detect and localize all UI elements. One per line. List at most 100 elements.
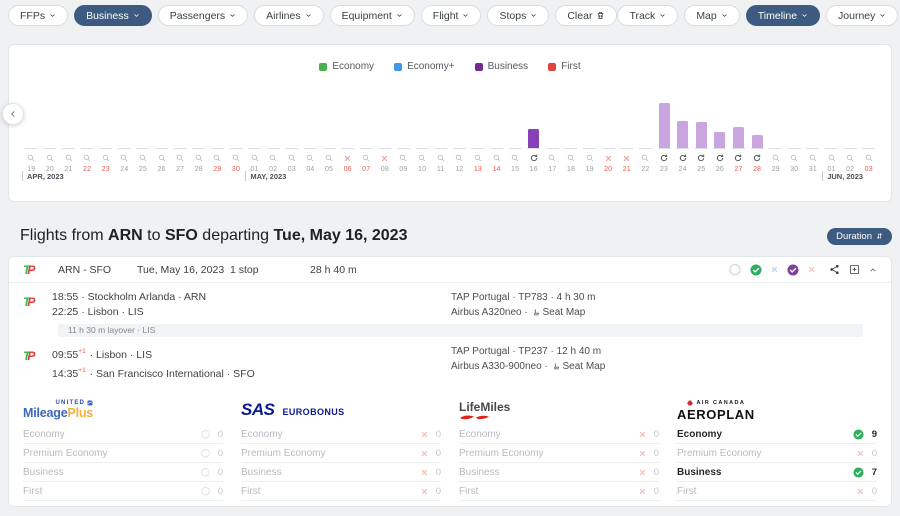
sort-duration-button[interactable]: Duration <box>827 228 892 245</box>
seat-map-link[interactable]: Seat Map <box>563 361 606 372</box>
eurobonus-wordmark: EUROBONUS <box>282 407 344 417</box>
seat-map-link[interactable]: Seat Map <box>543 307 586 318</box>
filter-pill-stops[interactable]: Stops <box>487 5 549 26</box>
view-pill-journey[interactable]: Journey <box>826 5 898 26</box>
day-tick <box>434 148 447 149</box>
day-tick <box>732 148 745 149</box>
search-day-icon[interactable] <box>586 153 594 163</box>
search-day-icon[interactable] <box>27 153 35 163</box>
search-day-icon[interactable] <box>790 153 798 163</box>
refresh-day-icon[interactable] <box>530 153 538 163</box>
unavailable-x-icon <box>857 450 864 457</box>
share-icon[interactable] <box>829 264 840 275</box>
search-day-icon[interactable] <box>511 153 519 163</box>
day-column-may-27: 27 <box>729 91 748 173</box>
collapse-icon[interactable] <box>869 266 877 274</box>
program-logo-lifemiles: LifeMiles <box>459 395 659 425</box>
segment-details: TAP Portugal · TP783 · 4 h 30 mAirbus A3… <box>451 290 596 320</box>
search-day-icon[interactable] <box>828 153 836 163</box>
lifemiles-wordmark: LifeMiles <box>459 400 510 414</box>
search-day-icon[interactable] <box>399 153 407 163</box>
search-day-icon[interactable] <box>176 153 184 163</box>
day-tick <box>453 148 466 149</box>
search-day-icon[interactable] <box>195 153 203 163</box>
filter-pill-airlines[interactable]: Airlines <box>254 5 323 26</box>
search-day-icon[interactable] <box>493 153 501 163</box>
filter-pill-clear[interactable]: Clear <box>555 5 617 26</box>
day-column-apr-29: 29 <box>208 91 227 173</box>
x-day-icon[interactable] <box>344 153 351 163</box>
filter-pill-flight[interactable]: Flight <box>421 5 482 26</box>
search-day-icon[interactable] <box>548 153 556 163</box>
add-icon[interactable] <box>849 264 860 275</box>
refresh-day-icon[interactable] <box>716 153 724 163</box>
aeroplan-logo: AIR CANADAAEROPLAN <box>677 399 755 422</box>
view-pill-map[interactable]: Map <box>684 5 739 26</box>
program-column-sas-eurobonus: SASEUROBONUSEconomy0Premium Economy0Busi… <box>241 395 441 507</box>
chevron-down-icon <box>801 12 808 19</box>
search-day-icon[interactable] <box>102 153 110 163</box>
segment-flight-info: TAP Portugal · TP783 · 4 h 30 m <box>451 290 596 305</box>
search-day-icon[interactable] <box>306 153 314 163</box>
search-day-icon[interactable] <box>772 153 780 163</box>
filter-pill-passengers[interactable]: Passengers <box>158 5 248 26</box>
search-day-icon[interactable] <box>437 153 445 163</box>
segment-departure-line: 18:55 · Stockholm Arlanda · ARN <box>52 290 451 305</box>
pill-label: Airlines <box>266 10 300 22</box>
availability-bar <box>733 127 744 148</box>
availability-count: 0 <box>652 486 659 497</box>
day-column-may-24: 24 <box>673 91 692 173</box>
search-day-icon[interactable] <box>455 153 463 163</box>
search-day-icon[interactable] <box>158 153 166 163</box>
view-pill-timeline[interactable]: Timeline <box>746 5 820 26</box>
search-day-icon[interactable] <box>288 153 296 163</box>
search-day-icon[interactable] <box>641 153 649 163</box>
search-day-icon[interactable] <box>362 153 370 163</box>
search-day-icon[interactable] <box>251 153 259 163</box>
search-day-icon[interactable] <box>269 153 277 163</box>
cabin-row-first: First0 <box>23 482 223 501</box>
search-day-icon[interactable] <box>809 153 817 163</box>
refresh-day-icon[interactable] <box>660 153 668 163</box>
day-column-apr-22: 22 <box>78 91 97 173</box>
flight-result-header[interactable]: TP ARN - SFO Tue, May 16, 2023 1 stop 28… <box>9 257 891 283</box>
x-day-icon[interactable] <box>605 153 612 163</box>
search-day-icon[interactable] <box>865 153 873 163</box>
x-day-icon[interactable] <box>381 153 388 163</box>
chart-legend: EconomyEconomy+BusinessFirst <box>9 61 891 72</box>
search-day-icon[interactable] <box>83 153 91 163</box>
search-day-icon[interactable] <box>567 153 575 163</box>
refresh-day-icon[interactable] <box>734 153 742 163</box>
search-day-icon[interactable] <box>418 153 426 163</box>
scroll-left-button[interactable] <box>2 103 24 125</box>
search-progress-spinner <box>729 264 741 276</box>
day-column-may-06: 06 <box>338 91 357 173</box>
day-column-apr-20: 20 <box>41 91 60 173</box>
chevron-down-icon <box>396 12 403 19</box>
search-day-icon[interactable] <box>65 153 73 163</box>
search-day-icon[interactable] <box>232 153 240 163</box>
filter-pill-business[interactable]: Business <box>74 5 152 26</box>
search-day-icon[interactable] <box>120 153 128 163</box>
filter-pill-ffps[interactable]: FFPs <box>8 5 68 26</box>
filter-pill-equipment[interactable]: Equipment <box>330 5 415 26</box>
cabin-availability: 0 <box>421 448 441 459</box>
segment-row-2: TP09:55+1 · Lisbon · LIS14:35+1 · San Fr… <box>23 344 877 382</box>
x-day-icon[interactable] <box>623 153 630 163</box>
refresh-day-icon[interactable] <box>697 153 705 163</box>
refresh-day-icon[interactable] <box>753 153 761 163</box>
program-logo-sas: SASEUROBONUS <box>241 395 441 425</box>
search-day-icon[interactable] <box>46 153 54 163</box>
title-origin: ARN <box>108 227 143 244</box>
search-day-icon[interactable] <box>325 153 333 163</box>
refresh-day-icon[interactable] <box>679 153 687 163</box>
search-day-icon[interactable] <box>474 153 482 163</box>
air-canada-wordmark: AIR CANADA <box>686 399 745 407</box>
search-day-icon[interactable] <box>139 153 147 163</box>
search-day-icon[interactable] <box>213 153 221 163</box>
day-tick <box>378 148 391 149</box>
day-column-jun-03: 03 <box>859 91 878 173</box>
view-pill-track[interactable]: Track <box>617 5 678 26</box>
toolbar-right: Track Map Timeline Journey <box>617 5 898 26</box>
search-day-icon[interactable] <box>846 153 854 163</box>
